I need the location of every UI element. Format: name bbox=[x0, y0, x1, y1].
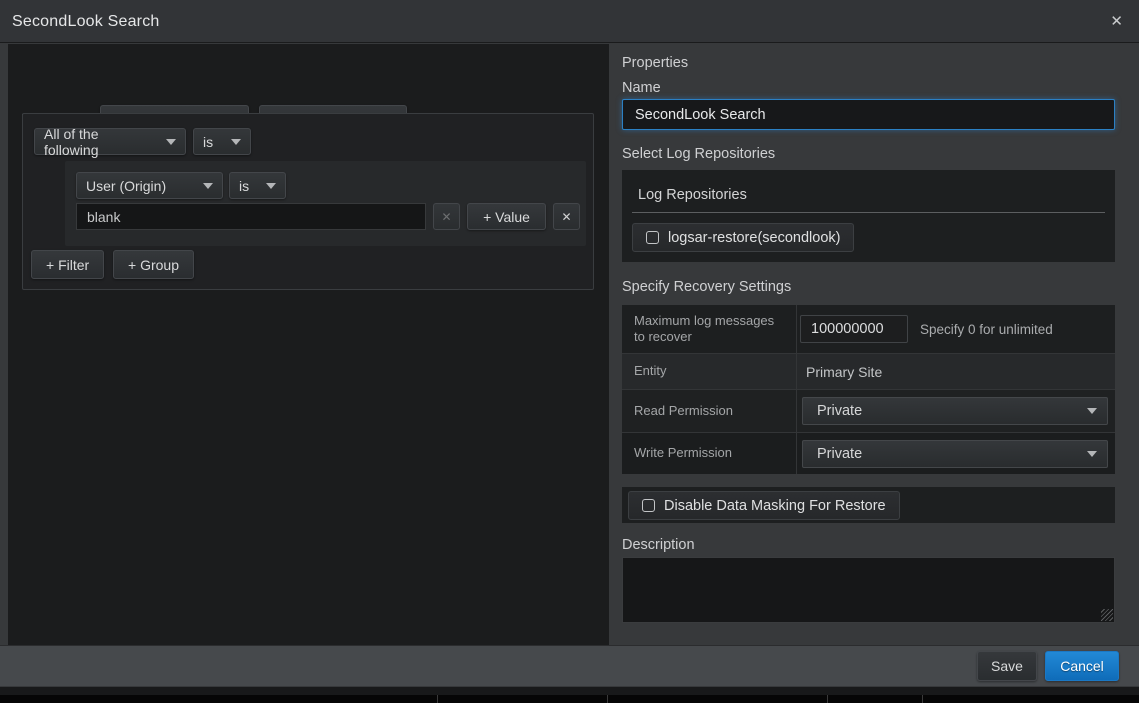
checkbox-icon bbox=[646, 231, 659, 244]
select-log-repositories-label: Select Log Repositories bbox=[622, 146, 775, 162]
name-label: Name bbox=[622, 80, 661, 96]
remove-value-button[interactable]: ✕ bbox=[433, 203, 460, 230]
chevron-down-icon bbox=[1087, 451, 1097, 457]
data-masking-panel: Disable Data Masking For Restore bbox=[622, 487, 1115, 523]
table-row-max-messages: Maximum log messages to recover Specify … bbox=[622, 305, 1115, 353]
divider bbox=[607, 695, 608, 703]
max-messages-hint: Specify 0 for unlimited bbox=[920, 305, 1053, 353]
screen: SecondLook Search ✕ Timeframe In the las… bbox=[0, 0, 1139, 703]
add-value-button[interactable]: + Value bbox=[467, 203, 546, 230]
properties-section-label: Properties bbox=[622, 55, 688, 71]
name-input[interactable] bbox=[622, 99, 1115, 130]
query-builder-panel: Timeframe In the last 24 hours Log Sourc… bbox=[8, 44, 609, 645]
background-page-strip bbox=[0, 687, 1139, 695]
remove-icon: ✕ bbox=[441, 210, 451, 224]
table-row-read-permission: Read Permission Private bbox=[622, 389, 1115, 432]
group-condition-dropdown[interactable]: is bbox=[193, 128, 251, 155]
read-permission-dropdown[interactable]: Private bbox=[802, 397, 1108, 425]
read-permission-label: Read Permission bbox=[622, 390, 797, 432]
checkbox-icon bbox=[642, 499, 655, 512]
write-permission-value: Private bbox=[817, 446, 862, 462]
dialog-title: SecondLook Search bbox=[12, 0, 160, 43]
write-permission-dropdown[interactable]: Private bbox=[802, 440, 1108, 468]
group-operator-dropdown[interactable]: All of the following bbox=[34, 128, 186, 155]
max-messages-label: Maximum log messages to recover bbox=[622, 305, 797, 353]
entity-label: Entity bbox=[622, 354, 797, 389]
dialog-titlebar: SecondLook Search ✕ bbox=[0, 0, 1139, 43]
remove-filter-button[interactable]: ✕ bbox=[553, 203, 580, 230]
field-dropdown[interactable]: User (Origin) bbox=[76, 172, 223, 199]
entity-value-cell: Primary Site bbox=[798, 354, 1115, 389]
description-textarea[interactable] bbox=[622, 557, 1115, 623]
table-row-entity: Entity Primary Site bbox=[622, 353, 1115, 389]
field-condition-value: is bbox=[239, 178, 249, 194]
chevron-down-icon bbox=[166, 139, 176, 145]
repo-item-label: logsar-restore(secondlook) bbox=[668, 230, 840, 246]
log-repositories-header: Log Repositories bbox=[638, 187, 747, 203]
description-label: Description bbox=[622, 537, 695, 553]
log-repositories-panel: Log Repositories logsar-restore(secondlo… bbox=[622, 170, 1115, 262]
secondlook-search-dialog: SecondLook Search ✕ Timeframe In the las… bbox=[0, 0, 1139, 687]
add-filter-button[interactable]: + Filter bbox=[31, 250, 104, 279]
close-icon[interactable]: ✕ bbox=[1106, 0, 1127, 43]
dialog-footer: Save Cancel bbox=[0, 645, 1139, 686]
properties-panel: Properties Name Select Log Repositories … bbox=[622, 44, 1115, 645]
read-permission-value: Private bbox=[817, 403, 862, 419]
recovery-settings-label: Specify Recovery Settings bbox=[622, 279, 791, 295]
table-row-write-permission: Write Permission Private bbox=[622, 432, 1115, 474]
divider bbox=[632, 212, 1105, 213]
group-operator-value: All of the following bbox=[44, 126, 156, 158]
filter-value-input[interactable] bbox=[76, 203, 426, 230]
add-group-button[interactable]: + Group bbox=[113, 250, 194, 279]
chevron-down-icon bbox=[266, 183, 276, 189]
write-permission-label: Write Permission bbox=[622, 433, 797, 474]
divider bbox=[827, 695, 828, 703]
cancel-button[interactable]: Cancel bbox=[1045, 651, 1119, 681]
read-permission-cell: Private bbox=[798, 390, 1115, 432]
max-messages-input[interactable] bbox=[800, 315, 908, 343]
field-value: User (Origin) bbox=[86, 178, 166, 194]
divider bbox=[437, 695, 438, 703]
background-page-table-edge bbox=[0, 695, 1139, 703]
filter-group-box: All of the following is User (Origin) is bbox=[22, 113, 594, 290]
chevron-down-icon bbox=[231, 139, 241, 145]
entity-value: Primary Site bbox=[802, 364, 882, 380]
disable-data-masking-checkbox[interactable]: Disable Data Masking For Restore bbox=[628, 491, 900, 520]
filter-row-box: User (Origin) is ✕ + Value ✕ bbox=[65, 161, 586, 246]
field-condition-dropdown[interactable]: is bbox=[229, 172, 286, 199]
repo-checkbox-item[interactable]: logsar-restore(secondlook) bbox=[632, 223, 854, 252]
group-condition-value: is bbox=[203, 134, 213, 150]
chevron-down-icon bbox=[203, 183, 213, 189]
save-button[interactable]: Save bbox=[977, 651, 1037, 681]
max-messages-value-cell: Specify 0 for unlimited bbox=[798, 305, 1115, 353]
disable-data-masking-label: Disable Data Masking For Restore bbox=[664, 498, 886, 514]
divider bbox=[922, 695, 923, 703]
recovery-settings-table: Maximum log messages to recover Specify … bbox=[622, 305, 1115, 474]
chevron-down-icon bbox=[1087, 408, 1097, 414]
write-permission-cell: Private bbox=[798, 433, 1115, 474]
remove-icon: ✕ bbox=[561, 210, 571, 224]
